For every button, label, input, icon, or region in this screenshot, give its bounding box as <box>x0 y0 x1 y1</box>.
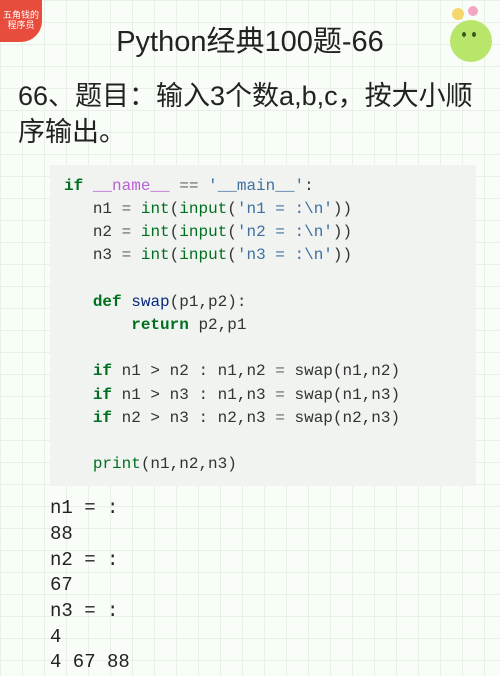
op-assign2: = <box>122 223 132 241</box>
retvals: p2,p1 <box>198 316 246 334</box>
builtin-print: print <box>93 455 141 473</box>
builtin-input: input <box>179 200 227 218</box>
page-title: Python经典100题-66 <box>0 0 500 60</box>
var-n2: n2 <box>93 223 112 241</box>
cond2: n1 > n3 : n1,n3 <box>122 386 266 404</box>
badge-line2: 程序员 <box>2 21 40 31</box>
builtin-input2: input <box>179 223 227 241</box>
var-n1: n1 <box>93 200 112 218</box>
kw-if3: if <box>93 386 112 404</box>
kw-def: def <box>93 293 122 311</box>
dunder-name: __name__ <box>93 177 170 195</box>
str-n2: 'n2 = :\n' <box>237 223 333 241</box>
op-eq: == <box>179 177 198 195</box>
fn-swap: swap <box>131 293 169 311</box>
builtin-int2: int <box>141 223 170 241</box>
balloon-decoration <box>446 6 492 66</box>
output-block: n1 = : 88 n2 = : 67 n3 = : 4 4 67 88 <box>50 496 476 675</box>
str-main: '__main__' <box>208 177 304 195</box>
op-eq1: = <box>275 362 285 380</box>
cond1: n1 > n2 : n1,n2 <box>122 362 266 380</box>
op-eq3: = <box>275 409 285 427</box>
kw-if4: if <box>93 409 112 427</box>
question-text: 66、题目：输入3个数a,b,c，按大小顺序输出。 <box>0 60 500 161</box>
params: (p1,p2): <box>170 293 247 311</box>
printargs: (n1,n2,n3) <box>141 455 237 473</box>
corner-badge: 五角钱的 程序员 <box>0 0 42 42</box>
builtin-input3: input <box>179 246 227 264</box>
kw-return: return <box>131 316 189 334</box>
kw-if: if <box>64 177 83 195</box>
op-eq2: = <box>275 386 285 404</box>
call1: swap(n1,n2) <box>294 362 400 380</box>
str-n1: 'n1 = :\n' <box>237 200 333 218</box>
call2: swap(n1,n3) <box>294 386 400 404</box>
call3: swap(n2,n3) <box>294 409 400 427</box>
op-assign3: = <box>122 246 132 264</box>
code-block: if __name__ == '__main__': n1 = int(inpu… <box>50 165 476 486</box>
str-n3: 'n3 = :\n' <box>237 246 333 264</box>
var-n3: n3 <box>93 246 112 264</box>
builtin-int3: int <box>141 246 170 264</box>
op-assign: = <box>122 200 132 218</box>
cond3: n2 > n3 : n2,n3 <box>122 409 266 427</box>
kw-if2: if <box>93 362 112 380</box>
builtin-int: int <box>141 200 170 218</box>
